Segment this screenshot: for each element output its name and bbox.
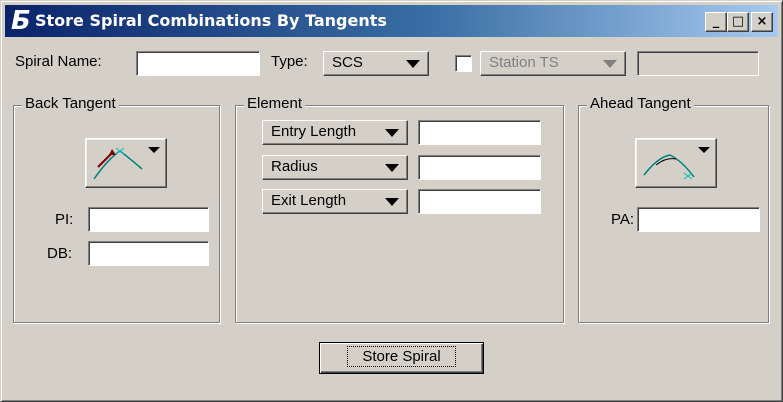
db-input[interactable] <box>88 241 209 266</box>
station-select-value: Station TS <box>489 54 559 71</box>
ahead-tangent-title: Ahead Tangent <box>587 95 694 112</box>
spiral-dialog-window: Б Store Spiral Combinations By Tangents … <box>0 0 783 402</box>
entry-length-select[interactable]: Entry Length <box>262 120 408 145</box>
maximize-button[interactable]: □ <box>727 12 749 32</box>
back-tangent-spiral-icon <box>93 147 160 180</box>
station-checkbox[interactable] <box>455 55 472 72</box>
station-value-input[interactable] <box>637 51 759 76</box>
ahead-tangent-spiral-icon <box>643 147 710 180</box>
exit-length-label: Exit Length <box>271 192 347 209</box>
back-tangent-tool-button[interactable] <box>85 138 167 188</box>
store-spiral-button[interactable]: Store Spiral <box>319 342 484 374</box>
pi-input[interactable] <box>88 207 209 232</box>
radius-select[interactable]: Radius <box>262 155 408 180</box>
store-spiral-label: Store Spiral <box>347 346 456 367</box>
type-select[interactable]: SCS <box>323 51 429 76</box>
app-logo-icon: Б <box>11 6 31 36</box>
type-select-value: SCS <box>332 54 363 71</box>
chevron-down-icon <box>385 164 399 172</box>
close-button[interactable]: × <box>751 12 773 32</box>
type-label: Type: <box>271 53 308 70</box>
exit-length-select[interactable]: Exit Length <box>262 189 408 214</box>
station-select[interactable]: Station TS <box>480 51 626 76</box>
entry-length-input[interactable] <box>418 120 541 145</box>
spiral-name-label: Spiral Name: <box>15 53 102 70</box>
radius-input[interactable] <box>418 155 541 180</box>
pi-label: PI: <box>55 211 74 228</box>
exit-length-input[interactable] <box>418 189 541 214</box>
radius-label: Radius <box>271 158 318 175</box>
db-label: DB: <box>47 245 73 262</box>
chevron-down-icon <box>406 60 420 68</box>
ahead-tangent-tool-button[interactable] <box>635 138 717 188</box>
pa-input[interactable] <box>637 207 760 232</box>
chevron-down-icon <box>603 60 617 68</box>
pa-label: PA: <box>611 211 635 228</box>
window-title: Store Spiral Combinations By Tangents <box>35 11 387 30</box>
title-bar[interactable]: Б Store Spiral Combinations By Tangents … <box>5 5 778 37</box>
element-title: Element <box>244 95 306 112</box>
chevron-down-icon <box>385 129 399 137</box>
entry-length-label: Entry Length <box>271 123 357 140</box>
back-tangent-title: Back Tangent <box>22 95 119 112</box>
chevron-down-icon <box>385 198 399 206</box>
minimize-button[interactable]: _ <box>705 12 727 32</box>
spiral-name-input[interactable] <box>136 51 260 76</box>
